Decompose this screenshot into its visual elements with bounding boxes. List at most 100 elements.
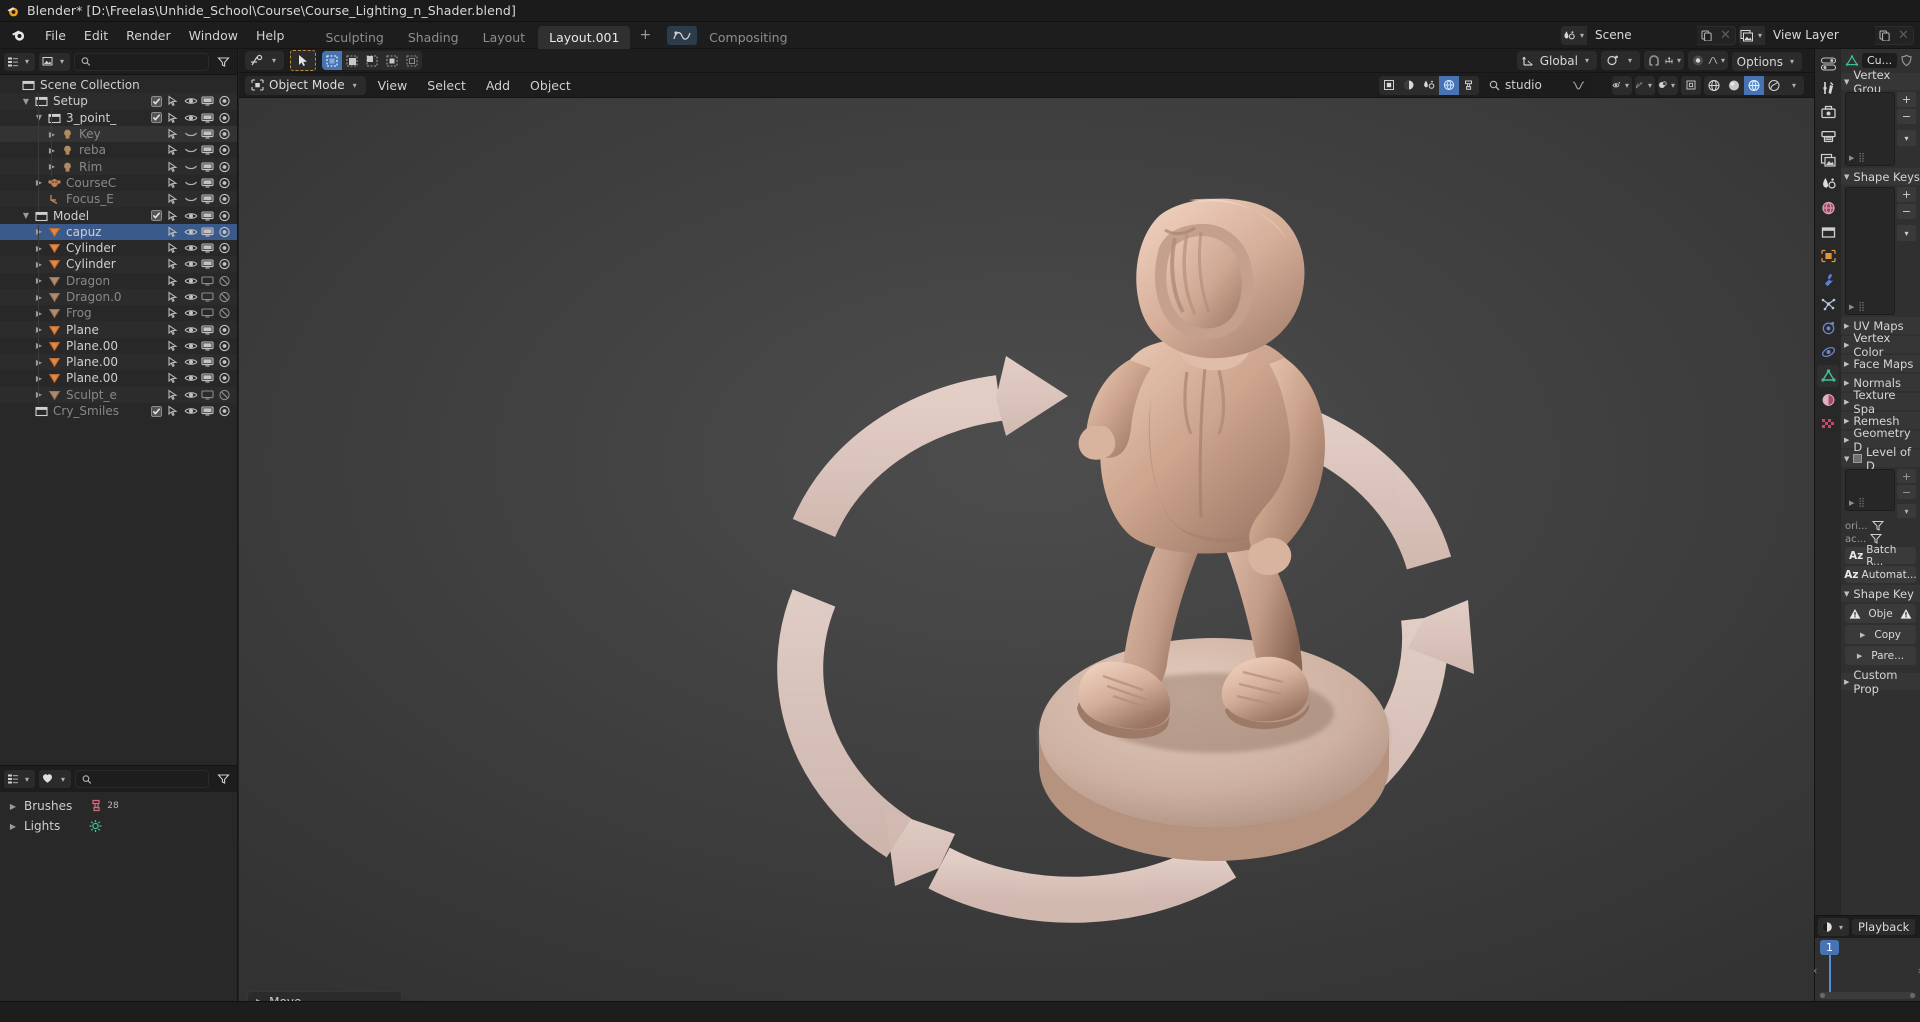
proportional-edit-icon[interactable] (1688, 51, 1708, 70)
lod-specials-button[interactable]: ▾ (1897, 504, 1916, 518)
chevron-right-icon[interactable]: ▶ (32, 276, 46, 285)
list-footer[interactable]: ▶ ⣿ (1849, 498, 1866, 508)
camera-toggle-icon[interactable] (216, 307, 233, 319)
exclude-checkbox[interactable] (148, 95, 165, 107)
camera-toggle-icon[interactable] (216, 210, 233, 222)
physics-icon[interactable] (1817, 317, 1839, 339)
outliner-row-controls[interactable] (148, 161, 233, 173)
cursor-toggle-icon[interactable] (165, 340, 182, 352)
shading-dropdown-icon[interactable]: ▾ (1784, 76, 1804, 95)
shading-solid-icon[interactable] (1724, 75, 1744, 95)
viewport-canvas[interactable] (239, 98, 1814, 1001)
remove-lod-button[interactable]: − (1897, 485, 1916, 499)
cursor-toggle-icon[interactable] (165, 372, 182, 384)
scene-world-icon[interactable] (1439, 75, 1459, 95)
pivot-point-dropdown[interactable]: ▾ (1600, 51, 1640, 70)
copy-button[interactable]: ▶ Copy (1845, 625, 1916, 644)
viewport-shading-globe-icon[interactable] (1399, 75, 1419, 95)
section-vertex-groups[interactable]: ▼ Vertex Grou (1841, 68, 1920, 96)
eye-toggle-icon[interactable] (182, 242, 199, 254)
snap-target-icon[interactable]: ▾ (1664, 51, 1684, 70)
section-custom-properties[interactable]: ▶ Custom Prop (1841, 668, 1920, 696)
outliner-tree[interactable]: Scene Collection ▼ Setup ▼ 3_point_ ▶ Key ▶ reba… (0, 75, 237, 765)
list-item[interactable]: ▶ Lights (0, 816, 237, 836)
chevron-right-icon[interactable]: ▶ (45, 146, 59, 155)
cursor-toggle-icon[interactable] (165, 389, 182, 401)
transform-orientation-dropdown[interactable]: Global ▾ (1516, 51, 1597, 70)
camera-toggle-icon[interactable] (216, 258, 233, 270)
workspace-tab-shading[interactable]: Shading (397, 26, 470, 49)
vertex-group-list-area[interactable]: ▶ ⣿ + − ▾ (1845, 92, 1916, 166)
scene-lights-icon[interactable] (1419, 75, 1439, 95)
batch-rename-button[interactable]: Az Batch R... (1845, 544, 1916, 568)
particles-icon[interactable] (1817, 293, 1839, 315)
timeline-editor-type-button[interactable]: ▾ (1818, 918, 1850, 936)
eye-closed-toggle-icon[interactable] (182, 177, 199, 189)
chevron-right-icon[interactable]: ▶ (45, 162, 59, 171)
outliner-row-focus-e[interactable]: Focus_E (0, 191, 237, 208)
outliner-row-setup[interactable]: ▼ Setup (0, 93, 237, 110)
list-footer[interactable]: ▶ ⣿ (1849, 302, 1866, 312)
camera-toggle-icon[interactable] (216, 389, 233, 401)
menu-help[interactable]: Help (247, 25, 294, 46)
eye-toggle-icon[interactable] (182, 112, 199, 124)
eye-toggle-icon[interactable] (182, 258, 199, 270)
proportional-edit-group[interactable]: ▾ (1688, 51, 1728, 70)
camera-toggle-icon[interactable] (216, 226, 233, 238)
chevron-down-icon[interactable]: ▼ (32, 113, 46, 122)
eye-toggle-icon[interactable] (182, 210, 199, 222)
select-invert-icon[interactable] (382, 51, 403, 70)
horizontal-scrollbar[interactable] (1819, 992, 1916, 999)
camera-toggle-icon[interactable] (216, 275, 233, 287)
chevron-right-icon[interactable]: ▶ (32, 178, 46, 187)
menu-file[interactable]: File (36, 25, 75, 46)
eye-toggle-icon[interactable] (182, 389, 199, 401)
screen-toggle-icon[interactable] (199, 193, 216, 205)
collection-properties-icon[interactable] (1817, 221, 1839, 243)
add-lod-button[interactable]: + (1897, 469, 1916, 483)
gizmo-icon[interactable]: ▾ (1635, 76, 1655, 95)
outliner-row-plane-00[interactable]: ▶ Plane.00 (0, 354, 237, 371)
screen-toggle-icon[interactable] (199, 95, 216, 107)
screen-toggle-icon[interactable] (199, 258, 216, 270)
shape-key-actions[interactable]: + − ▾ (1897, 187, 1916, 315)
xray-toggle-icon[interactable] (1681, 75, 1701, 95)
timeline-body[interactable]: 1 ‹ › (1813, 938, 1920, 1002)
scene-icon[interactable] (1817, 173, 1839, 195)
workspace-extra-icon[interactable] (667, 25, 698, 45)
shape-key-list[interactable]: ▶ ⣿ (1845, 187, 1895, 315)
outliner-row-plane-00[interactable]: ▶ Plane.00 (0, 338, 237, 354)
chevron-right-icon[interactable]: ▶ (32, 293, 46, 302)
outliner-row-controls[interactable] (148, 389, 233, 401)
grip-icon[interactable]: ⣿ (1858, 498, 1866, 508)
eye-closed-toggle-icon[interactable] (182, 144, 199, 156)
blender-menu-icon[interactable] (8, 26, 30, 44)
outliner-row-dragon[interactable]: ▶ Dragon (0, 273, 237, 289)
chevron-right-icon[interactable]: ▶ (32, 341, 46, 350)
cursor-toggle-icon[interactable] (165, 95, 182, 107)
view-layer-icon[interactable]: ▾ (1740, 25, 1765, 45)
add-workspace-button[interactable]: + (631, 25, 659, 45)
automatic-naming-button[interactable]: Az Automat... (1844, 566, 1917, 583)
material-icon[interactable] (1817, 389, 1839, 411)
section-shape-keys[interactable]: ▼ Shape Keys (1841, 168, 1920, 185)
section-texture-space[interactable]: ▶ Texture Spa (1841, 388, 1920, 416)
list-item[interactable]: ▶ Brushes 28 (0, 796, 237, 816)
select-intersect-icon[interactable] (402, 51, 423, 70)
chevron-right-icon[interactable]: ▶ (32, 227, 46, 236)
current-frame-indicator[interactable]: 1 (1820, 940, 1839, 955)
scroll-left-arrow-icon[interactable]: ‹ (1813, 964, 1817, 977)
cursor-toggle-icon[interactable] (165, 405, 182, 417)
view-layer-name[interactable]: View Layer (1765, 25, 1875, 45)
scrollbar-handle-right[interactable] (1910, 993, 1915, 998)
outliner-row-sculpt-e[interactable]: ▶ Sculpt_e (0, 386, 237, 403)
snap-magnet-icon[interactable] (1644, 51, 1664, 70)
lod-list-area[interactable]: ▶ ⣿ + − ▾ (1845, 469, 1916, 518)
outliner-filter-id-button[interactable]: ▾ (39, 52, 71, 71)
outliner-row-plane-00[interactable]: ▶ Plane.00 (0, 370, 237, 386)
camera-toggle-icon[interactable] (216, 324, 233, 336)
data-name-field[interactable]: Cu... (1862, 52, 1898, 68)
eye-closed-toggle-icon[interactable] (182, 161, 199, 173)
chevron-down-icon[interactable]: ▼ (19, 97, 33, 106)
outliner-row-controls[interactable] (148, 177, 233, 189)
